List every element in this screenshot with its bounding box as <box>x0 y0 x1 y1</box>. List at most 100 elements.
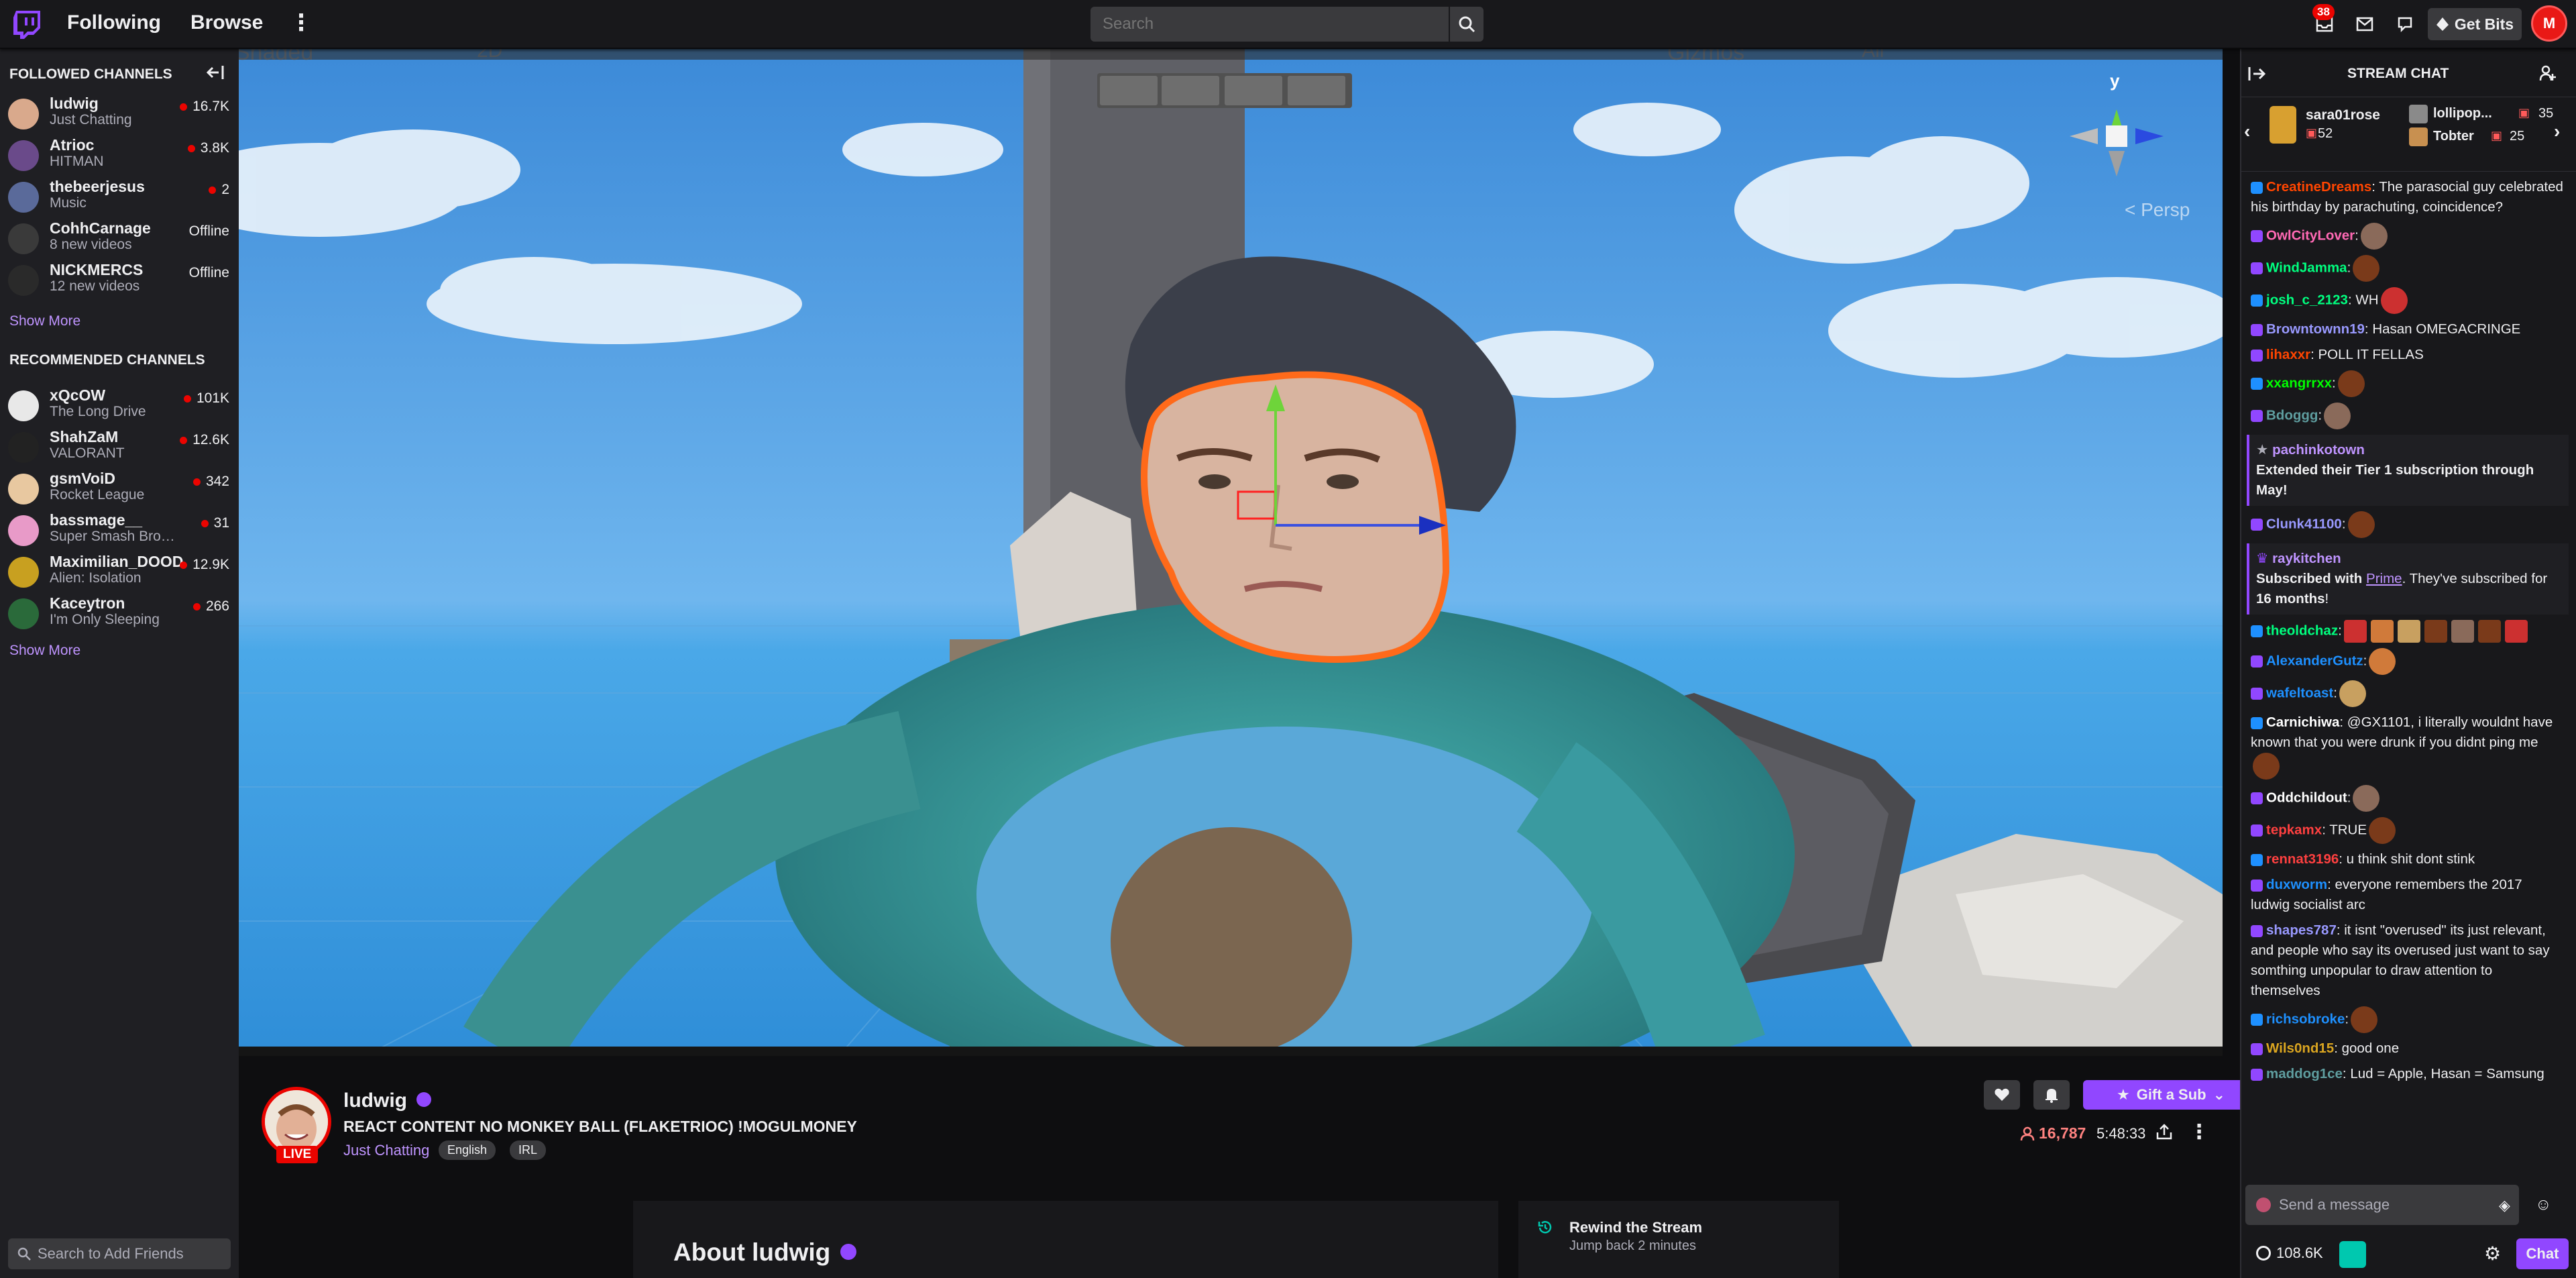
chat-emote-icon[interactable] <box>2451 620 2474 643</box>
prime-link[interactable]: Prime <box>2366 571 2402 586</box>
chat-username[interactable]: maddog1ce <box>2266 1066 2343 1081</box>
sidebar-channel-shahzam[interactable]: ShahZaM VALORANT 12.6K <box>0 425 239 467</box>
search-button[interactable] <box>1449 7 1483 42</box>
chat-username[interactable]: theoldchaz <box>2266 623 2338 638</box>
chat-message-text: : good one <box>2334 1041 2400 1056</box>
chat-username[interactable]: Browntownn19 <box>2266 321 2365 337</box>
chat-username[interactable]: Wils0nd15 <box>2266 1041 2334 1056</box>
sub-username[interactable]: pachinkotown <box>2272 442 2365 458</box>
chat-username[interactable]: josh_c_2123 <box>2266 292 2348 307</box>
chat-username[interactable]: OwlCityLover <box>2266 227 2355 243</box>
user-avatar[interactable]: M <box>2531 5 2567 42</box>
sidebar-channel-xqcow[interactable]: xQcOW The Long Drive 101K <box>0 384 239 425</box>
chat-username[interactable]: Bdoggg <box>2266 407 2318 423</box>
top-gifter-name[interactable]: sara01rose <box>2306 107 2380 123</box>
chat-send-button[interactable]: Chat <box>2516 1238 2569 1269</box>
chat-username[interactable]: lihaxxr <box>2266 347 2310 362</box>
collapse-sidebar-icon[interactable] <box>205 64 224 84</box>
channel-avatar <box>8 557 39 588</box>
channel-game: I'm Only Sleeping <box>50 612 160 627</box>
chat-emote-icon[interactable] <box>2397 620 2420 643</box>
chat-emote-icon[interactable] <box>2424 620 2447 643</box>
chat-emote-icon[interactable] <box>2369 648 2396 675</box>
gifter-3-name[interactable]: Tobter <box>2433 129 2474 144</box>
chat-badge-icon <box>2251 688 2263 700</box>
sidebar-channel-gsmvoid[interactable]: gsmVoiD Rocket League 342 <box>0 467 239 509</box>
sidebar-channel-maximilian-dood[interactable]: Maximilian_DOOD Alien: Isolation 12.9K <box>0 550 239 592</box>
chat-emote-icon[interactable] <box>2351 1006 2378 1033</box>
chat-emote-icon[interactable] <box>2504 620 2528 643</box>
sidebar-channel-thebeerjesus[interactable]: thebeerjesus Music 2 <box>0 175 239 217</box>
sidebar-channel-bassmage-[interactable]: bassmage__ Super Smash Bros.... 31 <box>0 509 239 550</box>
chat-emote-icon[interactable] <box>2353 785 2380 812</box>
chevron-right-icon[interactable]: › <box>2554 121 2560 142</box>
sub-username[interactable]: raykitchen <box>2272 551 2341 566</box>
nav-browse-link[interactable]: Browse <box>190 11 263 34</box>
chat-emote-icon[interactable] <box>2369 817 2396 844</box>
search-input[interactable] <box>1092 8 1447 40</box>
chat-settings-icon[interactable]: ⚙ <box>2484 1242 2501 1265</box>
chat-username[interactable]: duxworm <box>2266 877 2327 892</box>
show-more-recommended-link[interactable]: Show More <box>9 643 80 659</box>
gift-sub-button[interactable]: ★ Gift a Sub ⌄ <box>2083 1080 2259 1110</box>
chat-username[interactable]: Clunk41100 <box>2266 516 2342 531</box>
chat-username[interactable]: tepkamx <box>2266 822 2322 837</box>
sidebar-channel-atrioc[interactable]: Atrioc HITMAN 3.8K <box>0 134 239 175</box>
chat-username[interactable]: Carnichiwa <box>2266 714 2339 730</box>
collapse-chat-icon[interactable] <box>2248 66 2267 85</box>
emote-picker-icon[interactable]: ☺ <box>2535 1195 2552 1214</box>
chat-emote-icon[interactable] <box>2337 370 2365 397</box>
claim-bonus-icon[interactable] <box>2339 1241 2366 1268</box>
more-options-icon[interactable]: ⋮ <box>2189 1120 2209 1144</box>
stream-category-link[interactable]: Just Chatting <box>343 1142 429 1159</box>
activity-feed-icon[interactable] <box>2391 10 2419 38</box>
bits-icon[interactable]: ◈ <box>2499 1197 2510 1214</box>
chat-username[interactable]: richsobroke <box>2266 1011 2345 1026</box>
chevron-left-icon[interactable]: ‹ <box>2244 121 2250 142</box>
chat-message: Oddchildout: <box>2247 784 2569 813</box>
more-menu-icon[interactable]: ⋮ <box>290 9 313 36</box>
notifications-button[interactable] <box>2033 1080 2070 1110</box>
sidebar-channel-ludwig[interactable]: ludwig Just Chatting 16.7K <box>0 92 239 134</box>
sidebar-channel-kaceytron[interactable]: Kaceytron I'm Only Sleeping 266 <box>0 592 239 633</box>
chat-username[interactable]: Oddchildout <box>2266 790 2347 805</box>
chat-username[interactable]: CreatineDreams <box>2266 179 2371 195</box>
chat-input[interactable]: Send a message <box>2245 1185 2519 1225</box>
twitch-logo-icon[interactable] <box>11 8 43 40</box>
channel-points[interactable]: 108.6K <box>2256 1244 2323 1262</box>
chat-username[interactable]: xxangrrxx <box>2266 375 2332 390</box>
sidebar-channel-nickmercs[interactable]: NICKMERCS 12 new videos Offline <box>0 258 239 300</box>
chat-emote-icon[interactable] <box>2477 620 2501 643</box>
chat-username[interactable]: wafeltoast <box>2266 685 2333 700</box>
gifter-2-name[interactable]: lollipop... <box>2433 106 2492 121</box>
whispers-icon[interactable] <box>2351 10 2379 38</box>
community-users-icon[interactable] <box>2539 64 2558 85</box>
chat-emote-icon[interactable] <box>2339 680 2366 707</box>
chat-emote-icon[interactable] <box>2343 620 2367 643</box>
show-more-followed-link[interactable]: Show More <box>9 313 80 329</box>
chat-username[interactable]: rennat3196 <box>2266 851 2339 867</box>
chat-emote-icon[interactable] <box>2353 255 2380 282</box>
chat-emote-icon[interactable] <box>2360 223 2388 250</box>
chat-message-text: : TRUE <box>2322 822 2367 838</box>
streamer-name[interactable]: ludwig <box>343 1089 432 1112</box>
chat-username[interactable]: AlexanderGutz <box>2266 653 2363 668</box>
channel-game: 8 new videos <box>50 237 132 252</box>
follow-button[interactable] <box>1984 1080 2020 1110</box>
get-bits-button[interactable]: Get Bits <box>2428 8 2522 40</box>
chat-emote-icon[interactable] <box>2380 287 2408 314</box>
share-icon[interactable] <box>2155 1123 2173 1144</box>
chat-emote-icon[interactable] <box>2370 620 2394 643</box>
chat-emote-icon[interactable] <box>2324 403 2351 429</box>
sidebar-channel-cohhcarnage[interactable]: CohhCarnage 8 new videos Offline <box>0 217 239 258</box>
video-player[interactable]: Shaded 2D Gizmos All y < Persp <box>239 49 2223 1052</box>
nav-following-link[interactable]: Following <box>67 11 161 34</box>
chat-username[interactable]: shapes787 <box>2266 922 2337 938</box>
tag-irl[interactable]: IRL <box>510 1140 547 1160</box>
chat-username[interactable]: WindJamma <box>2266 260 2347 275</box>
friend-search-input[interactable]: Search to Add Friends <box>8 1238 231 1269</box>
tag-english[interactable]: English <box>439 1140 496 1160</box>
chat-emote-icon[interactable] <box>2347 511 2375 538</box>
video-progress-bar[interactable] <box>239 1047 2223 1056</box>
chat-emote-icon[interactable] <box>2253 753 2280 780</box>
